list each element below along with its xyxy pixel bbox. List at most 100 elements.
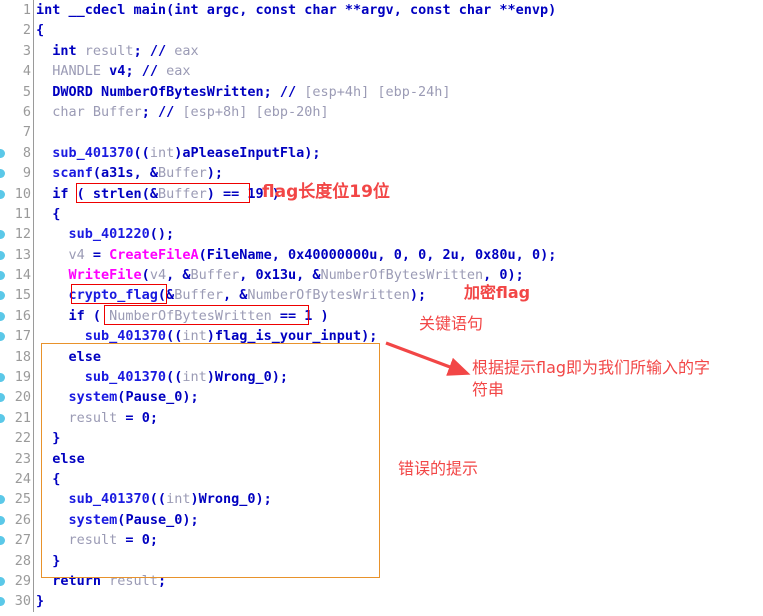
code-token: WriteFile <box>68 267 142 284</box>
code-token: , <box>377 246 394 263</box>
code-token: ) <box>206 369 215 386</box>
line-number: 21 <box>14 409 31 426</box>
code-token: (); <box>149 226 175 243</box>
code-line[interactable]: 22 } <box>0 428 763 449</box>
code-token: aPleaseInputFla <box>182 144 305 161</box>
code-token: ( <box>141 267 150 284</box>
code-token: Pause_0 <box>125 511 183 528</box>
line-number: 5 <box>22 83 31 100</box>
code-text: sub_401370((int)flag_is_your_input); <box>36 326 378 346</box>
code-token: [esp+8h] [ebp-20h] <box>182 103 329 120</box>
code-token: 0 <box>499 267 508 284</box>
code-text: } <box>36 551 60 571</box>
code-text: scanf(a31s, &Buffer); <box>36 163 223 183</box>
code-token: Buffer <box>190 267 240 284</box>
code-token: sub_401370 <box>52 144 134 161</box>
code-token: (& <box>157 287 175 304</box>
code-token: , <box>239 267 256 284</box>
gutter-divider <box>33 468 34 490</box>
code-line[interactable]: 14 WriteFile(v4, &Buffer, 0x13u, &Number… <box>0 265 763 286</box>
code-token: else <box>52 450 85 467</box>
code-token: (( <box>133 144 150 161</box>
code-token: ) <box>312 307 329 324</box>
code-token: char <box>458 2 500 18</box>
gutter-divider <box>33 489 34 510</box>
code-token: 2u <box>442 246 459 263</box>
code-token: NumberOfBytesWritten <box>320 267 484 284</box>
line-number: 8 <box>22 144 31 161</box>
code-line[interactable]: 13 v4 = CreateFileA(FileName, 0x40000000… <box>0 244 763 266</box>
code-token: ) == <box>206 185 248 202</box>
code-text: sub_401370((int)Wrong_0); <box>36 367 288 387</box>
code-line[interactable]: 2{ <box>0 20 763 41</box>
line-number: 17 <box>14 328 31 345</box>
code-line[interactable]: 26 system(Pause_0); <box>0 509 763 531</box>
code-text: { <box>36 20 44 40</box>
code-text: int result; // eax <box>36 41 198 61</box>
code-token: return <box>52 572 110 589</box>
code-token: ; <box>133 42 150 59</box>
code-token: **argv <box>344 2 394 18</box>
gutter-divider <box>33 407 34 429</box>
code-line[interactable]: 6 char Buffer; // [esp+8h] [ebp-20h] <box>0 101 763 123</box>
code-token: { <box>36 22 45 39</box>
code-token: char <box>304 2 345 18</box>
code-line[interactable]: 8 sub_401370((int)aPleaseInputFla); <box>0 142 763 164</box>
code-text: return result; <box>36 571 166 591</box>
code-text: int __cdecl main(int argc, const char **… <box>36 0 556 20</box>
code-token: DWORD <box>52 83 102 100</box>
code-line[interactable]: 30} <box>0 591 763 612</box>
code-line[interactable]: 12 sub_401220(); <box>0 224 763 245</box>
code-line[interactable]: 23 else <box>0 448 763 469</box>
code-line[interactable]: 28 } <box>0 550 763 571</box>
code-line[interactable]: 3 int result; // eax <box>0 40 763 62</box>
gutter-divider <box>33 570 34 592</box>
code-line[interactable]: 27 result = 0; <box>0 530 763 551</box>
code-line[interactable]: 4 HANDLE v4; // eax <box>0 61 763 82</box>
code-line[interactable]: 1 int __cdecl main(int argc, const char *… <box>0 0 763 21</box>
line-number: 6 <box>22 103 31 120</box>
gutter-divider <box>33 326 34 347</box>
code-line[interactable]: 15 crypto_flag(&Buffer, &NumberOfBytesWr… <box>0 285 763 306</box>
code-token: , <box>515 246 532 263</box>
code-line[interactable]: 24 { <box>0 468 763 490</box>
code-token: = <box>117 532 142 549</box>
code-line[interactable]: 25 sub_401370((int)Wrong_0); <box>0 489 763 510</box>
code-token: v4 <box>109 63 126 80</box>
pseudocode-viewer[interactable]: 1 int __cdecl main(int argc, const char *… <box>0 0 763 616</box>
code-line[interactable]: 5 DWORD NumberOfBytesWritten; // [esp+4h… <box>0 81 763 102</box>
code-token: , & <box>133 165 158 182</box>
line-number: 29 <box>14 572 31 589</box>
code-text: WriteFile(v4, &Buffer, 0x13u, &NumberOfB… <box>36 265 524 285</box>
code-line-list[interactable]: 1 int __cdecl main(int argc, const char *… <box>0 0 763 612</box>
line-number: 25 <box>14 491 31 508</box>
line-number: 11 <box>14 205 31 222</box>
code-token: ); <box>409 287 427 304</box>
code-line[interactable]: 11 { <box>0 203 763 225</box>
code-token: NumberOfBytesWritten <box>247 287 410 304</box>
code-token: __cdecl <box>68 2 134 18</box>
code-line[interactable]: 7 <box>0 122 763 143</box>
code-token: int <box>149 144 175 161</box>
code-token: ; <box>125 63 142 80</box>
code-line[interactable]: 21 result = 0; <box>0 407 763 429</box>
gutter-divider <box>33 448 34 469</box>
code-token: // <box>141 63 167 80</box>
code-token: ); <box>182 511 199 528</box>
code-line[interactable]: 16 if ( NumberOfBytesWritten == 1 ) <box>0 305 763 327</box>
code-token: Wrong_0 <box>198 491 256 508</box>
code-token: 0x13u <box>255 267 297 284</box>
code-text: if ( NumberOfBytesWritten == 1 ) <box>36 306 329 326</box>
code-token: } <box>36 552 61 569</box>
code-token: int <box>166 491 191 508</box>
code-token: { <box>36 470 61 487</box>
code-token: , & <box>222 287 248 304</box>
code-token: result <box>109 572 158 589</box>
code-line[interactable]: 29 return result; <box>0 570 763 592</box>
line-number: 2 <box>22 22 31 39</box>
gutter-divider <box>33 224 34 245</box>
